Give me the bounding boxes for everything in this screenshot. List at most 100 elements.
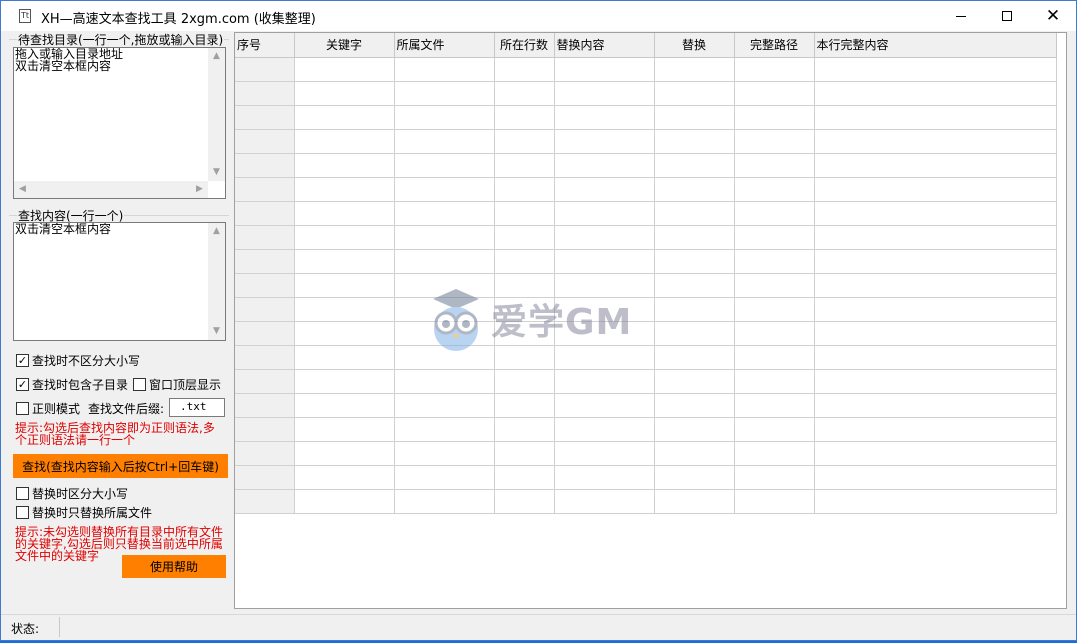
table-cell[interactable] [654,465,735,490]
table-cell[interactable] [654,393,735,418]
table-cell[interactable] [394,417,495,442]
table-cell[interactable] [394,465,495,490]
scroll-right-icon[interactable]: ▶ [191,181,208,198]
table-cell[interactable] [554,81,655,106]
table-cell[interactable] [734,489,815,514]
table-cell[interactable] [734,81,815,106]
table-cell[interactable] [554,417,655,442]
table-cell[interactable] [654,57,735,82]
table-cell[interactable] [554,225,655,250]
table-cell[interactable] [734,225,815,250]
window-topmost-checkbox[interactable]: 窗口顶层显示 [133,376,221,393]
table-row[interactable] [235,297,1057,322]
table-cell[interactable] [814,201,1057,226]
table-cell[interactable] [294,417,395,442]
table-cell[interactable] [494,465,555,490]
table-cell[interactable] [554,57,655,82]
table-cell[interactable] [814,273,1057,298]
scroll-up-icon[interactable]: ▲ [208,48,225,65]
table-cell[interactable] [294,81,395,106]
table-cell[interactable] [554,129,655,154]
row-header-cell[interactable] [235,465,295,490]
table-cell[interactable] [294,129,395,154]
table-cell[interactable] [814,177,1057,202]
directory-textarea[interactable]: 拖入或输入目录地址 双击清空本框内容 ▲ ▼ ◀ ▶ [13,47,226,199]
table-cell[interactable] [654,129,735,154]
table-cell[interactable] [554,201,655,226]
table-cell[interactable] [394,225,495,250]
table-cell[interactable] [734,129,815,154]
column-header-replace-content[interactable]: 替换内容 [554,33,655,58]
row-header-cell[interactable] [235,153,295,178]
row-header-cell[interactable] [235,177,295,202]
column-header-keyword[interactable]: 关键字 [294,33,395,58]
table-cell[interactable] [294,489,395,514]
table-cell[interactable] [734,177,815,202]
table-cell[interactable] [554,393,655,418]
row-header-cell[interactable] [235,225,295,250]
table-cell[interactable] [654,153,735,178]
table-row[interactable] [235,225,1057,250]
table-cell[interactable] [394,57,495,82]
table-cell[interactable] [294,225,395,250]
table-cell[interactable] [294,441,395,466]
scroll-down-icon[interactable]: ▼ [208,164,225,181]
table-cell[interactable] [394,105,495,130]
column-header-line[interactable]: 所在行数 [494,33,555,58]
maximize-button[interactable] [984,1,1030,31]
table-cell[interactable] [494,153,555,178]
table-cell[interactable] [734,105,815,130]
table-cell[interactable] [494,129,555,154]
content-vscrollbar[interactable]: ▲ ▼ [208,223,225,340]
table-cell[interactable] [394,177,495,202]
replace-case-sensitive-checkbox[interactable]: 替换时区分大小写 [16,485,128,502]
table-cell[interactable] [734,465,815,490]
table-row[interactable] [235,57,1057,82]
close-button[interactable]: ✕ [1030,1,1076,31]
table-row[interactable] [235,417,1057,442]
table-cell[interactable] [734,201,815,226]
table-row[interactable] [235,249,1057,274]
table-row[interactable] [235,81,1057,106]
table-cell[interactable] [814,225,1057,250]
row-header-cell[interactable] [235,57,295,82]
table-cell[interactable] [494,393,555,418]
include-subdirs-checkbox[interactable]: ✓ 查找时包含子目录 [16,376,128,393]
table-cell[interactable] [494,369,555,394]
table-row[interactable] [235,153,1057,178]
table-cell[interactable] [294,105,395,130]
table-row[interactable] [235,369,1057,394]
table-row[interactable] [235,273,1057,298]
table-cell[interactable] [494,105,555,130]
table-cell[interactable] [814,81,1057,106]
table-cell[interactable] [814,57,1057,82]
table-row[interactable] [235,393,1057,418]
table-cell[interactable] [814,417,1057,442]
table-cell[interactable] [654,441,735,466]
table-cell[interactable] [394,249,495,274]
table-row[interactable] [235,465,1057,490]
table-cell[interactable] [654,297,735,322]
table-cell[interactable] [654,249,735,274]
minimize-button[interactable] [938,1,984,31]
table-row[interactable] [235,489,1057,514]
table-cell[interactable] [654,369,735,394]
table-row[interactable] [235,129,1057,154]
column-header-index[interactable]: 序号 [235,33,295,58]
table-cell[interactable] [294,273,395,298]
table-cell[interactable] [654,105,735,130]
table-cell[interactable] [814,345,1057,370]
table-cell[interactable] [294,177,395,202]
table-cell[interactable] [394,441,495,466]
table-cell[interactable] [394,489,495,514]
search-content-textarea[interactable]: 双击清空本框内容 ▲ ▼ [13,222,226,341]
search-button[interactable]: 查找(查找内容输入后按Ctrl+回车键) [13,454,228,478]
table-cell[interactable] [494,225,555,250]
table-cell[interactable] [734,273,815,298]
table-cell[interactable] [814,105,1057,130]
table-cell[interactable] [554,249,655,274]
results-table-body[interactable] [235,57,1057,514]
table-cell[interactable] [814,153,1057,178]
table-cell[interactable] [294,57,395,82]
scroll-left-icon[interactable]: ◀ [14,181,31,198]
